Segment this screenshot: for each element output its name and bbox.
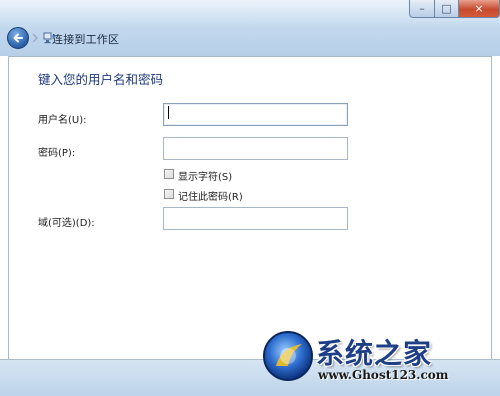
remember-password-label[interactable]: 记住此密码(R) bbox=[178, 188, 243, 203]
domain-label: 域(可选)(D): bbox=[38, 218, 95, 229]
username-label: 用户名(U): bbox=[38, 115, 87, 126]
show-chars-checkbox[interactable] bbox=[164, 169, 174, 179]
text-cursor bbox=[168, 106, 169, 119]
back-button[interactable] bbox=[7, 27, 29, 49]
show-chars-label[interactable]: 显示字符(S) bbox=[178, 168, 232, 183]
domain-input[interactable] bbox=[163, 207, 348, 230]
window-title: 连接到工作区 bbox=[52, 33, 120, 46]
password-input[interactable] bbox=[163, 137, 348, 160]
watermark-title: 系统之家 bbox=[316, 337, 433, 370]
minimize-button[interactable]: – bbox=[409, 0, 435, 18]
ghost-logo-icon bbox=[263, 331, 313, 381]
close-button[interactable]: × bbox=[458, 0, 500, 18]
forward-arrow-icon[interactable] bbox=[31, 32, 39, 44]
form-heading: 键入您的用户名和密码 bbox=[38, 72, 164, 87]
password-label: 密码(P): bbox=[38, 148, 76, 159]
username-input[interactable] bbox=[163, 103, 348, 126]
remember-password-checkbox[interactable] bbox=[164, 189, 174, 199]
maximize-button[interactable]: □ bbox=[434, 0, 459, 18]
back-arrow-icon bbox=[13, 33, 23, 43]
watermark-url: www.Ghost123.com bbox=[318, 368, 449, 382]
